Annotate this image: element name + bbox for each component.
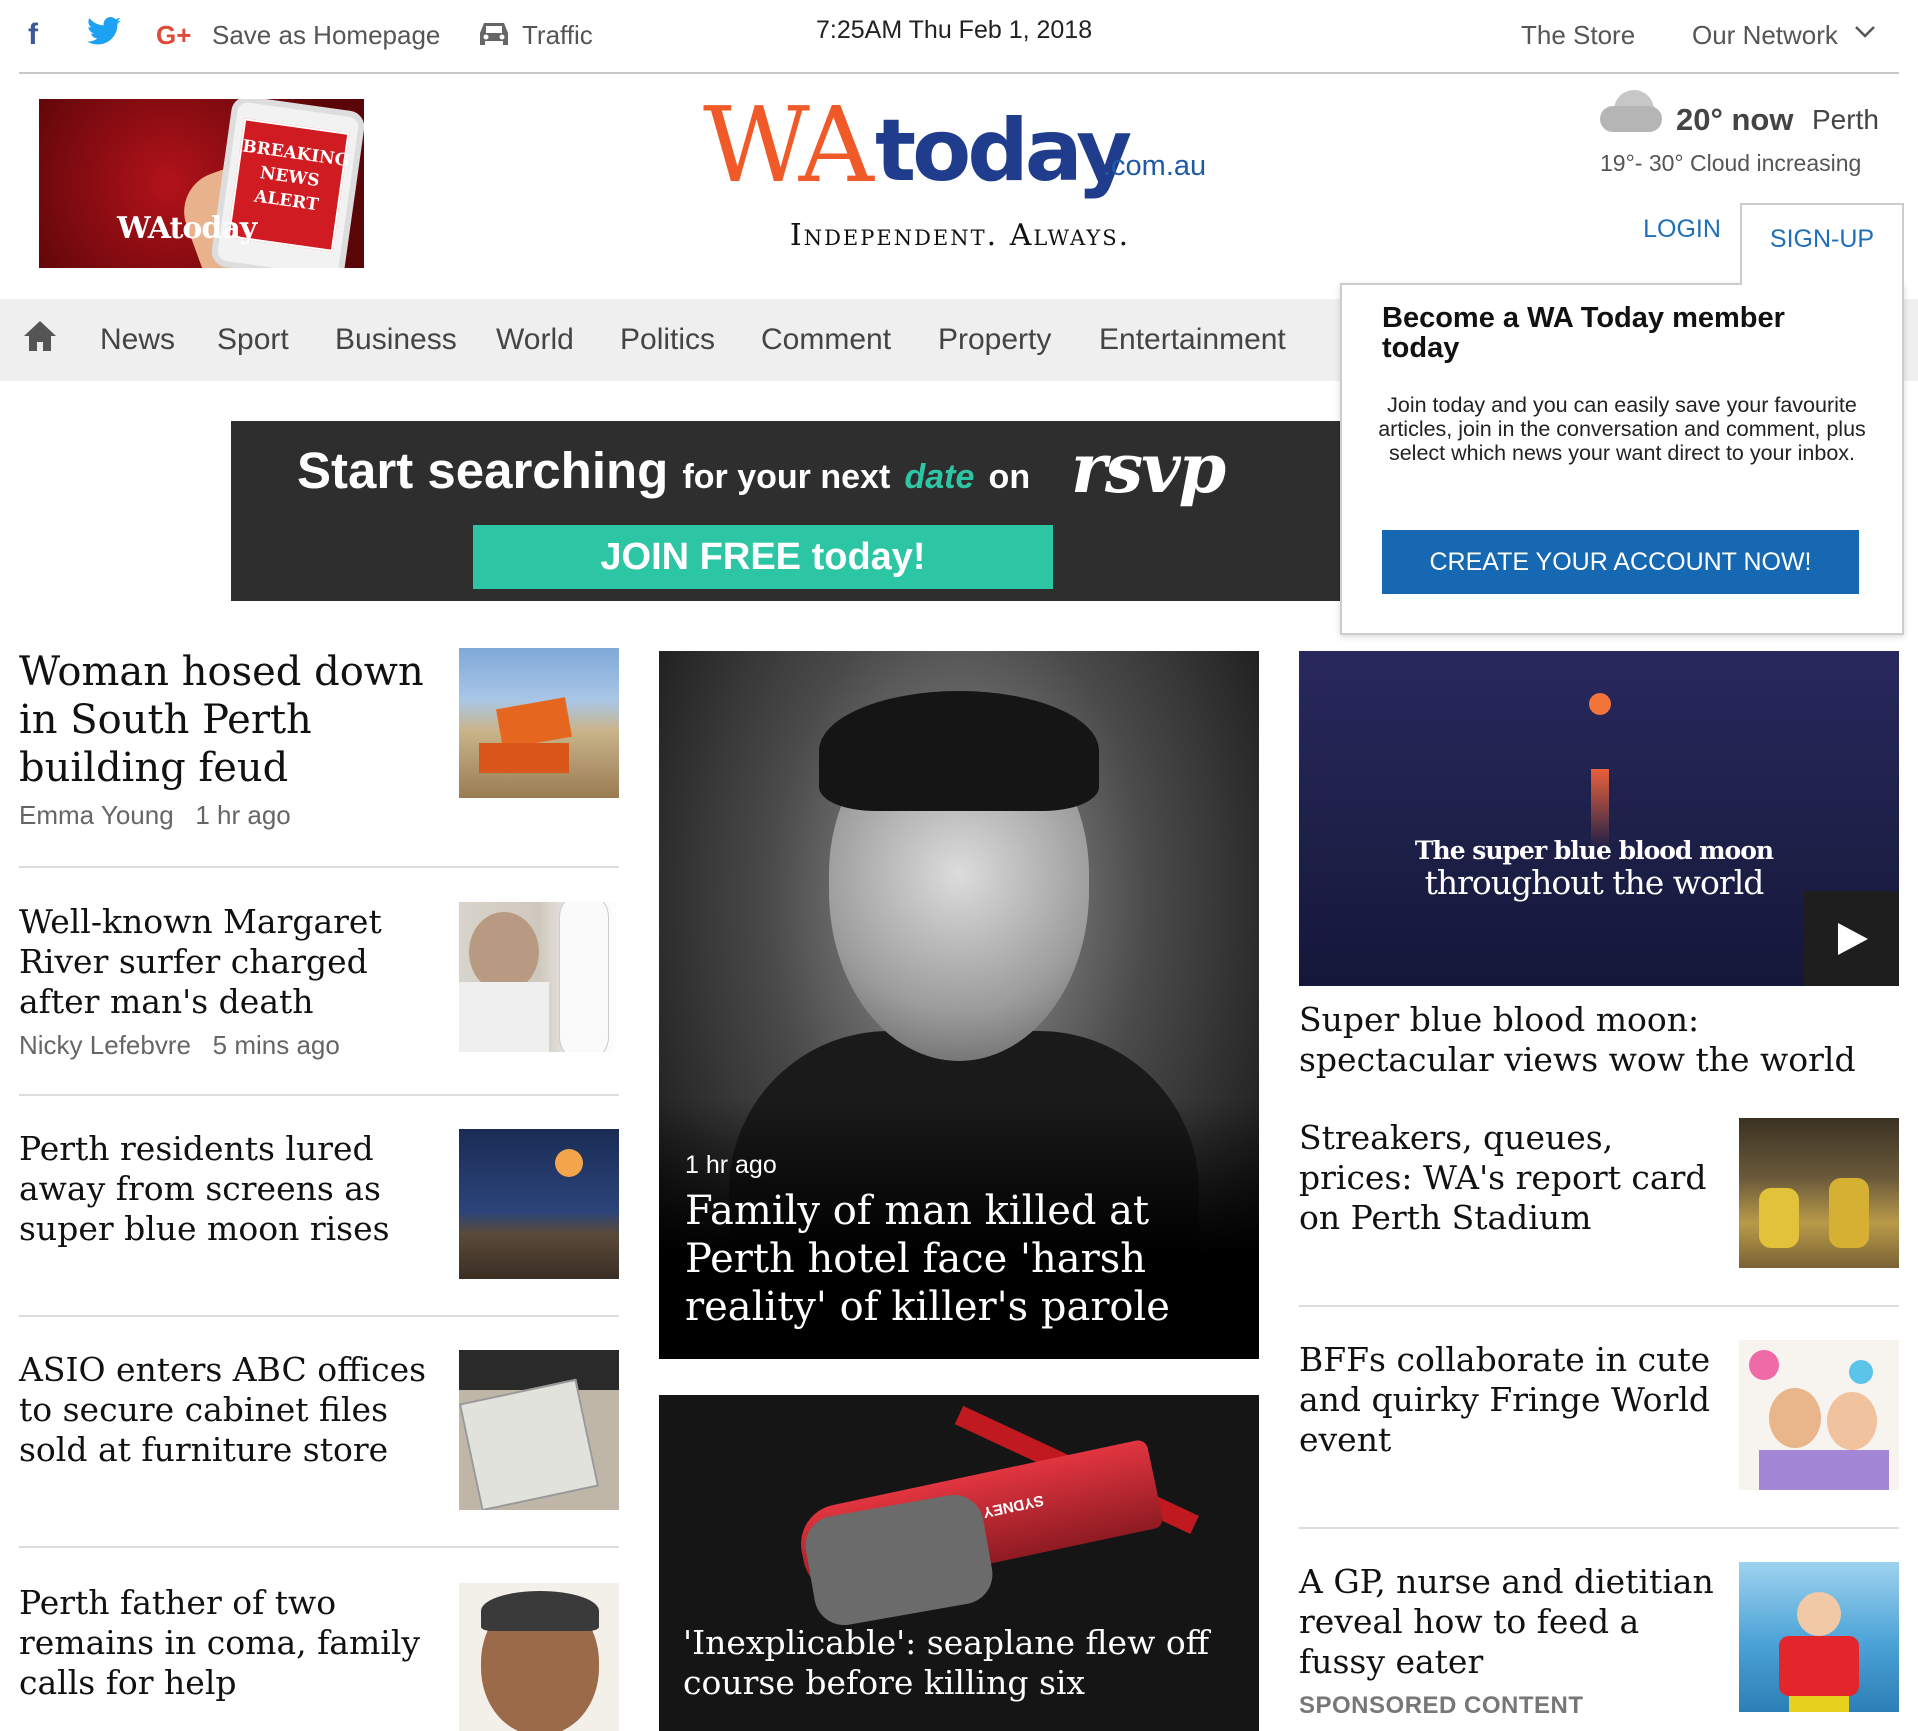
nav-item-politics[interactable]: Politics (620, 323, 715, 357)
story-headline[interactable]: BFFs collaborate in cute and quirky Frin… (1299, 1340, 1719, 1460)
home-icon[interactable] (22, 319, 58, 355)
story-card[interactable]: Streakers, queues, prices: WA's report c… (1299, 1118, 1899, 1268)
story-card[interactable]: BFFs collaborate in cute and quirky Frin… (1299, 1340, 1899, 1490)
logo-wa: WA (703, 84, 874, 206)
featured2-headline[interactable]: 'Inexplicable': seaplane flew off course… (683, 1623, 1243, 1703)
nav-item-comment[interactable]: Comment (761, 323, 891, 357)
story-card[interactable]: Well-known Margaret River surfer charged… (19, 902, 619, 1072)
cloud-icon (1600, 90, 1662, 134)
divider (19, 866, 619, 868)
logo-domain: .com.au (1103, 150, 1207, 182)
story-author[interactable]: Nicky Lefebvre (19, 1030, 191, 1060)
play-button[interactable] (1804, 891, 1899, 986)
video-headline[interactable]: Super blue blood moon: spectacular views… (1299, 1000, 1899, 1080)
create-account-button[interactable]: CREATE YOUR ACCOUNT NOW! (1382, 530, 1859, 594)
story-card[interactable]: Woman hosed down in South Perth building… (19, 648, 619, 848)
nav-item-entertainment[interactable]: Entertainment (1099, 323, 1286, 357)
story-time: 1 hr ago (195, 800, 291, 830)
signup-button[interactable]: SIGN-UP (1740, 203, 1904, 285)
video-overlay-subtitle: throughout the world (1424, 863, 1765, 902)
facebook-icon[interactable]: f (28, 18, 38, 52)
rsvp-ad-banner[interactable]: Start searching for your next date on rs… (231, 421, 1346, 601)
popover-heading: Become a WA Today member today (1382, 302, 1785, 364)
save-as-homepage-link[interactable]: Save as Homepage (212, 18, 440, 52)
googleplus-icon[interactable]: G+ (156, 18, 191, 52)
signup-popover: Become a WA Today member today Join toda… (1340, 283, 1904, 635)
story-byline: Emma Young 1 hr ago (19, 800, 291, 831)
nav-item-news[interactable]: News (100, 323, 175, 357)
our-network-link[interactable]: Our Network (1692, 18, 1838, 52)
twitter-icon[interactable] (87, 16, 121, 54)
story-thumbnail[interactable] (459, 1129, 619, 1279)
story-thumbnail[interactable] (459, 902, 619, 1052)
login-button[interactable]: LOGIN (1627, 215, 1737, 259)
story-thumbnail[interactable] (1739, 1340, 1899, 1490)
weather-now: 20° now (1676, 102, 1794, 137)
story-headline[interactable]: Woman hosed down in South Perth building… (19, 648, 439, 792)
current-datetime: 7:25AM Thu Feb 1, 2018 (816, 16, 1093, 44)
story-author[interactable]: Emma Young (19, 800, 174, 830)
story-headline[interactable]: Perth father of two remains in coma, fam… (19, 1583, 439, 1703)
story-card[interactable]: Perth residents lured away from screens … (19, 1129, 619, 1279)
story-thumbnail[interactable] (459, 1350, 619, 1510)
story-headline[interactable]: ASIO enters ABC offices to secure cabine… (19, 1350, 439, 1470)
photo-hair (819, 691, 1099, 811)
ad-text-date: date (904, 458, 975, 496)
popover-body: Join today and you can easily save your … (1378, 393, 1866, 465)
story-headline[interactable]: Streakers, queues, prices: WA's report c… (1299, 1118, 1719, 1238)
nav-item-world[interactable]: World (496, 323, 574, 357)
video-overlay-title: The super blue blood moon (1414, 836, 1774, 865)
featured-time: 1 hr ago (685, 1151, 777, 1179)
nav-item-business[interactable]: Business (335, 323, 457, 357)
video-card[interactable]: The super blue blood moon throughout the… (1299, 651, 1899, 986)
promo-brand: WAtoday (117, 211, 257, 246)
divider (1299, 1305, 1899, 1307)
story-card[interactable]: A GP, nurse and dietitian reveal how to … (1299, 1562, 1899, 1731)
nav-item-sport[interactable]: Sport (217, 323, 289, 357)
ad-text-for: for your next (682, 458, 891, 496)
nav-item-property[interactable]: Property (938, 323, 1051, 357)
story-headline[interactable]: Perth residents lured away from screens … (19, 1129, 439, 1249)
car-icon (478, 19, 510, 54)
divider (1299, 1527, 1899, 1529)
breaking-news-promo[interactable]: BREAKING NEWS ALERT WAtoday (39, 99, 364, 268)
divider (19, 1546, 619, 1548)
featured-story-2[interactable]: SYDNEY SEAPLANES 'Inexplicable': seaplan… (659, 1395, 1259, 1731)
ad-text-start: Start searching (297, 442, 669, 499)
sponsored-label: SPONSORED CONTENT (1299, 1692, 1584, 1719)
weather-range: 19°- 30° Cloud increasing (1600, 150, 1862, 176)
featured-story[interactable]: 1 hr ago Family of man killed at Perth h… (659, 651, 1259, 1359)
traffic-link[interactable]: Traffic (522, 18, 593, 52)
story-headline[interactable]: Well-known Margaret River surfer charged… (19, 902, 439, 1022)
the-store-link[interactable]: The Store (1521, 18, 1635, 52)
utility-bar: f G+ Save as Homepage Traffic 7:25AM Thu… (19, 0, 1899, 74)
story-thumbnail[interactable] (1739, 1118, 1899, 1268)
join-free-button[interactable]: JOIN FREE today! (473, 525, 1053, 589)
logo-today: today (875, 101, 1132, 201)
story-card[interactable]: Perth father of two remains in coma, fam… (19, 1583, 619, 1731)
play-icon (1838, 923, 1868, 955)
ad-headline: Start searching for your next date on (297, 441, 1030, 500)
ad-text-on: on (988, 458, 1031, 496)
weather-widget[interactable]: 20° now Perth 19°- 30° Cloud increasing (1590, 90, 1880, 180)
rsvp-logo: rsvp (1071, 429, 1226, 509)
weather-city: Perth (1812, 104, 1879, 135)
story-headline[interactable]: A GP, nurse and dietitian reveal how to … (1299, 1562, 1719, 1682)
tagline: Independent. Always. (789, 218, 1131, 253)
story-byline: Nicky Lefebvre 5 mins ago (19, 1030, 340, 1061)
featured-headline[interactable]: Family of man killed at Perth hotel face… (685, 1187, 1245, 1331)
story-time: 5 mins ago (212, 1030, 340, 1060)
story-thumbnail[interactable] (1739, 1562, 1899, 1712)
divider (19, 1315, 619, 1317)
chevron-down-icon[interactable] (1854, 24, 1876, 45)
story-thumbnail[interactable] (459, 648, 619, 798)
story-card[interactable]: ASIO enters ABC offices to secure cabine… (19, 1350, 619, 1510)
site-logo[interactable]: WA today .com.au (703, 90, 1223, 220)
divider (19, 1094, 619, 1096)
moon-graphic (1589, 693, 1611, 715)
story-thumbnail[interactable] (459, 1583, 619, 1731)
